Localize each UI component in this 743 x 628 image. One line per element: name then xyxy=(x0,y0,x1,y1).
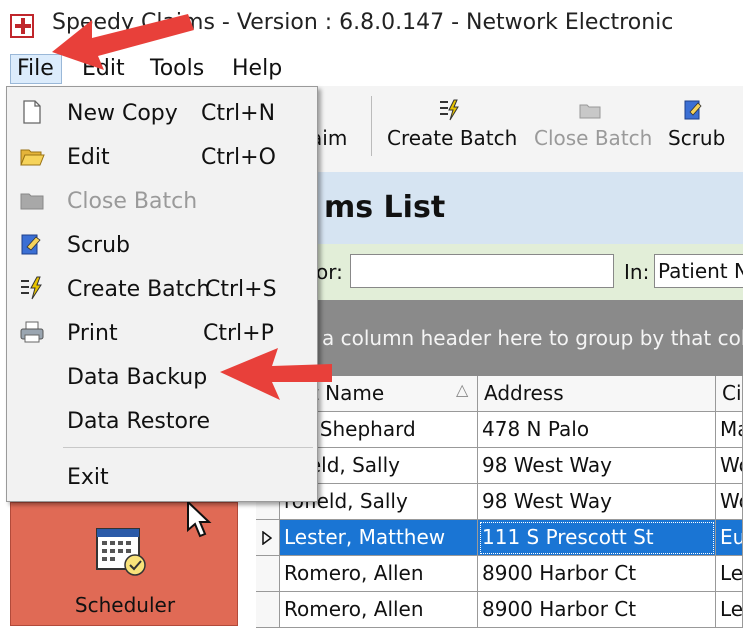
menu-item-exit[interactable]: Exit xyxy=(7,455,317,499)
app-logo-icon xyxy=(10,14,34,38)
table-cell[interactable]: Wo xyxy=(716,448,743,484)
menu-item-new-copy[interactable]: New Copy Ctrl+N xyxy=(7,91,317,135)
toolbar-create-batch-button[interactable]: Create Batch xyxy=(387,126,517,150)
table-cell-focused[interactable]: 111 S Prescott St xyxy=(478,520,716,556)
menu-separator xyxy=(63,447,313,448)
menu-item-create-batch[interactable]: Create Batch Ctrl+S xyxy=(7,267,317,311)
table-cell[interactable]: 98 West Way xyxy=(478,484,716,520)
folder-open-icon xyxy=(20,149,45,166)
annotation-arrow-icon xyxy=(220,348,332,400)
toolbar-scrub-button[interactable]: Scrub xyxy=(668,126,725,150)
page-title: ms List xyxy=(324,190,446,225)
table-cell[interactable]: Ma xyxy=(716,412,743,448)
table-cell-selected[interactable]: Lester, Matthew xyxy=(280,520,478,556)
menu-item-data-restore[interactable]: Data Restore xyxy=(7,399,317,443)
scrub-icon xyxy=(21,234,41,255)
table-cell[interactable]: 8900 Harbor Ct xyxy=(478,556,716,592)
group-hint-text: a column header here to group by that co… xyxy=(322,326,743,350)
document-icon xyxy=(23,100,41,124)
group-by-panel[interactable]: a column header here to group by that co… xyxy=(296,300,743,376)
folder-closed-icon xyxy=(20,193,44,210)
claims-grid: ent Name △ Address Cit ns, Shephard 478 … xyxy=(256,376,743,628)
table-cell[interactable]: Le xyxy=(716,556,743,592)
scheduler-label: Scheduler xyxy=(74,593,176,617)
search-in-label: In: xyxy=(624,260,650,284)
table-cell-selected[interactable]: Eu xyxy=(716,520,743,556)
side-panel: Scheduler xyxy=(0,500,256,626)
calendar-icon xyxy=(96,528,146,576)
sort-ascending-icon: △ xyxy=(456,380,469,399)
column-header-address[interactable]: Address xyxy=(478,376,716,412)
list-header: ms List xyxy=(296,172,743,244)
scrub-icon xyxy=(684,100,702,120)
table-cell[interactable]: Wo xyxy=(716,484,743,520)
lightning-list-icon xyxy=(440,99,459,121)
search-bar: or: In: Patient N xyxy=(296,244,743,300)
current-row-arrow-icon xyxy=(262,531,272,545)
table-cell[interactable]: Romero, Allen xyxy=(280,592,478,628)
lightning-list-icon xyxy=(21,276,42,300)
search-field-select[interactable]: Patient N xyxy=(654,254,743,288)
search-label: or: xyxy=(316,260,343,284)
table-cell[interactable]: Romero, Allen xyxy=(280,556,478,592)
search-input[interactable] xyxy=(350,254,614,288)
table-cell[interactable]: 98 West Way xyxy=(478,448,716,484)
row-indicator[interactable] xyxy=(256,592,280,628)
row-indicator-current[interactable] xyxy=(256,520,280,556)
column-header-city[interactable]: Cit xyxy=(716,376,743,412)
folder-closed-icon xyxy=(579,104,601,119)
menu-item-scrub[interactable]: Scrub xyxy=(7,223,317,267)
menu-item-close-batch[interactable]: Close Batch xyxy=(7,179,317,223)
toolbar: aim Create Batch Close Batch Scrub xyxy=(296,86,743,173)
table-cell[interactable]: Le xyxy=(716,592,743,628)
row-indicator[interactable] xyxy=(256,556,280,592)
toolbar-close-batch-button[interactable]: Close Batch xyxy=(534,126,652,150)
menu-help[interactable]: Help xyxy=(232,56,282,81)
table-cell[interactable]: 8900 Harbor Ct xyxy=(478,592,716,628)
printer-icon xyxy=(20,321,44,343)
annotation-arrow-icon xyxy=(52,14,194,70)
mouse-cursor-icon xyxy=(187,500,212,538)
toolbar-separator xyxy=(371,96,372,156)
menu-item-edit[interactable]: Edit Ctrl+O xyxy=(7,135,317,179)
file-menu-dropdown: New Copy Ctrl+N Edit Ctrl+O Close Batch … xyxy=(6,86,318,502)
table-cell[interactable]: 478 N Palo xyxy=(478,412,716,448)
